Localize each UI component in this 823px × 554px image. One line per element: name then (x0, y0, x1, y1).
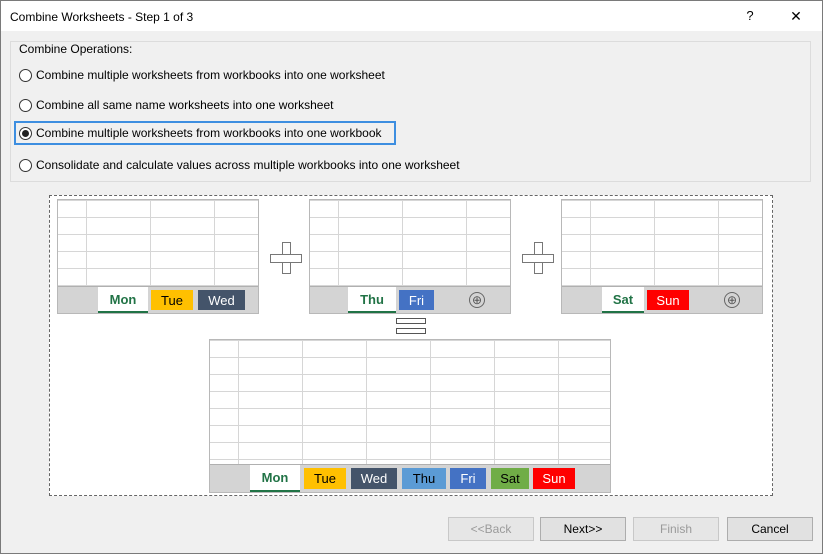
cancel-button[interactable]: Cancel (727, 517, 813, 541)
title-bar: Combine Worksheets - Step 1 of 3 ? ✕ (1, 1, 822, 31)
option-consolidate-values[interactable]: Consolidate and calculate values across … (19, 153, 460, 177)
option-label: Combine multiple worksheets from workboo… (36, 126, 382, 140)
add-sheet-icon: ⊕ (469, 292, 485, 308)
worksheet-2: Thu Fri ⊕ (309, 199, 511, 314)
help-icon[interactable]: ? (737, 5, 763, 27)
tab-wed: Wed (198, 290, 245, 310)
tab-sat: Sat (491, 468, 529, 489)
radio-button[interactable] (19, 158, 32, 172)
combine-operations-group: Combine Operations: Combine multiple wor… (10, 41, 811, 182)
radio-button[interactable] (19, 98, 32, 112)
tab-thu: Thu (402, 468, 446, 489)
back-button[interactable]: <<Back (448, 517, 534, 541)
option-combine-into-one-worksheet[interactable]: Combine multiple worksheets from workboo… (19, 63, 385, 87)
tab-mon: Mon (250, 465, 300, 492)
tab-wed: Wed (351, 468, 397, 489)
radio-button-selected[interactable] (19, 126, 32, 140)
sheet-grid (310, 200, 510, 288)
tab-thu: Thu (348, 287, 396, 313)
combined-workbook: Mon Tue Wed Thu Fri Sat Sun (209, 339, 611, 493)
sheet-tab-bar: Thu Fri ⊕ (310, 286, 510, 313)
option-combine-into-one-workbook[interactable]: Combine multiple worksheets from workboo… (14, 121, 396, 145)
group-label: Combine Operations: (19, 42, 133, 56)
finish-button[interactable]: Finish (633, 517, 719, 541)
sheet-tab-bar: Sat Sun ⊕ (562, 286, 762, 313)
sheet-tab-bar: Mon Tue Wed Thu Fri Sat Sun (210, 464, 610, 492)
radio-button[interactable] (19, 68, 32, 82)
tab-sun: Sun (647, 290, 689, 310)
tab-mon: Mon (98, 287, 148, 313)
sheet-tab-bar: Mon Tue Wed (58, 286, 258, 313)
add-sheet-icon: ⊕ (724, 292, 740, 308)
next-button[interactable]: Next>> (540, 517, 626, 541)
close-icon[interactable]: ✕ (783, 5, 809, 27)
tab-tue: Tue (304, 468, 346, 489)
option-label: Combine all same name worksheets into on… (36, 98, 334, 112)
sheet-grid (58, 200, 258, 288)
option-combine-same-name[interactable]: Combine all same name worksheets into on… (19, 93, 333, 117)
option-label: Consolidate and calculate values across … (36, 158, 460, 172)
tab-fri: Fri (399, 290, 434, 310)
tab-sat: Sat (602, 287, 644, 313)
plus-icon (270, 242, 302, 274)
option-label: Combine multiple worksheets from workboo… (36, 68, 385, 82)
tab-fri: Fri (450, 468, 486, 489)
window-title: Combine Worksheets - Step 1 of 3 (10, 10, 194, 24)
sheet-grid (562, 200, 762, 288)
sheet-grid (210, 340, 610, 466)
equals-icon (396, 318, 426, 336)
combine-worksheets-dialog: Combine Worksheets - Step 1 of 3 ? ✕ Com… (0, 0, 823, 554)
plus-icon (522, 242, 554, 274)
tab-sun: Sun (533, 468, 575, 489)
worksheet-1: Mon Tue Wed (57, 199, 259, 314)
tab-tue: Tue (151, 290, 193, 310)
worksheet-3: Sat Sun ⊕ (561, 199, 763, 314)
illustration-diagram: Mon Tue Wed Thu Fri ⊕ Sat Sun ⊕ Mon Tue … (49, 195, 773, 496)
